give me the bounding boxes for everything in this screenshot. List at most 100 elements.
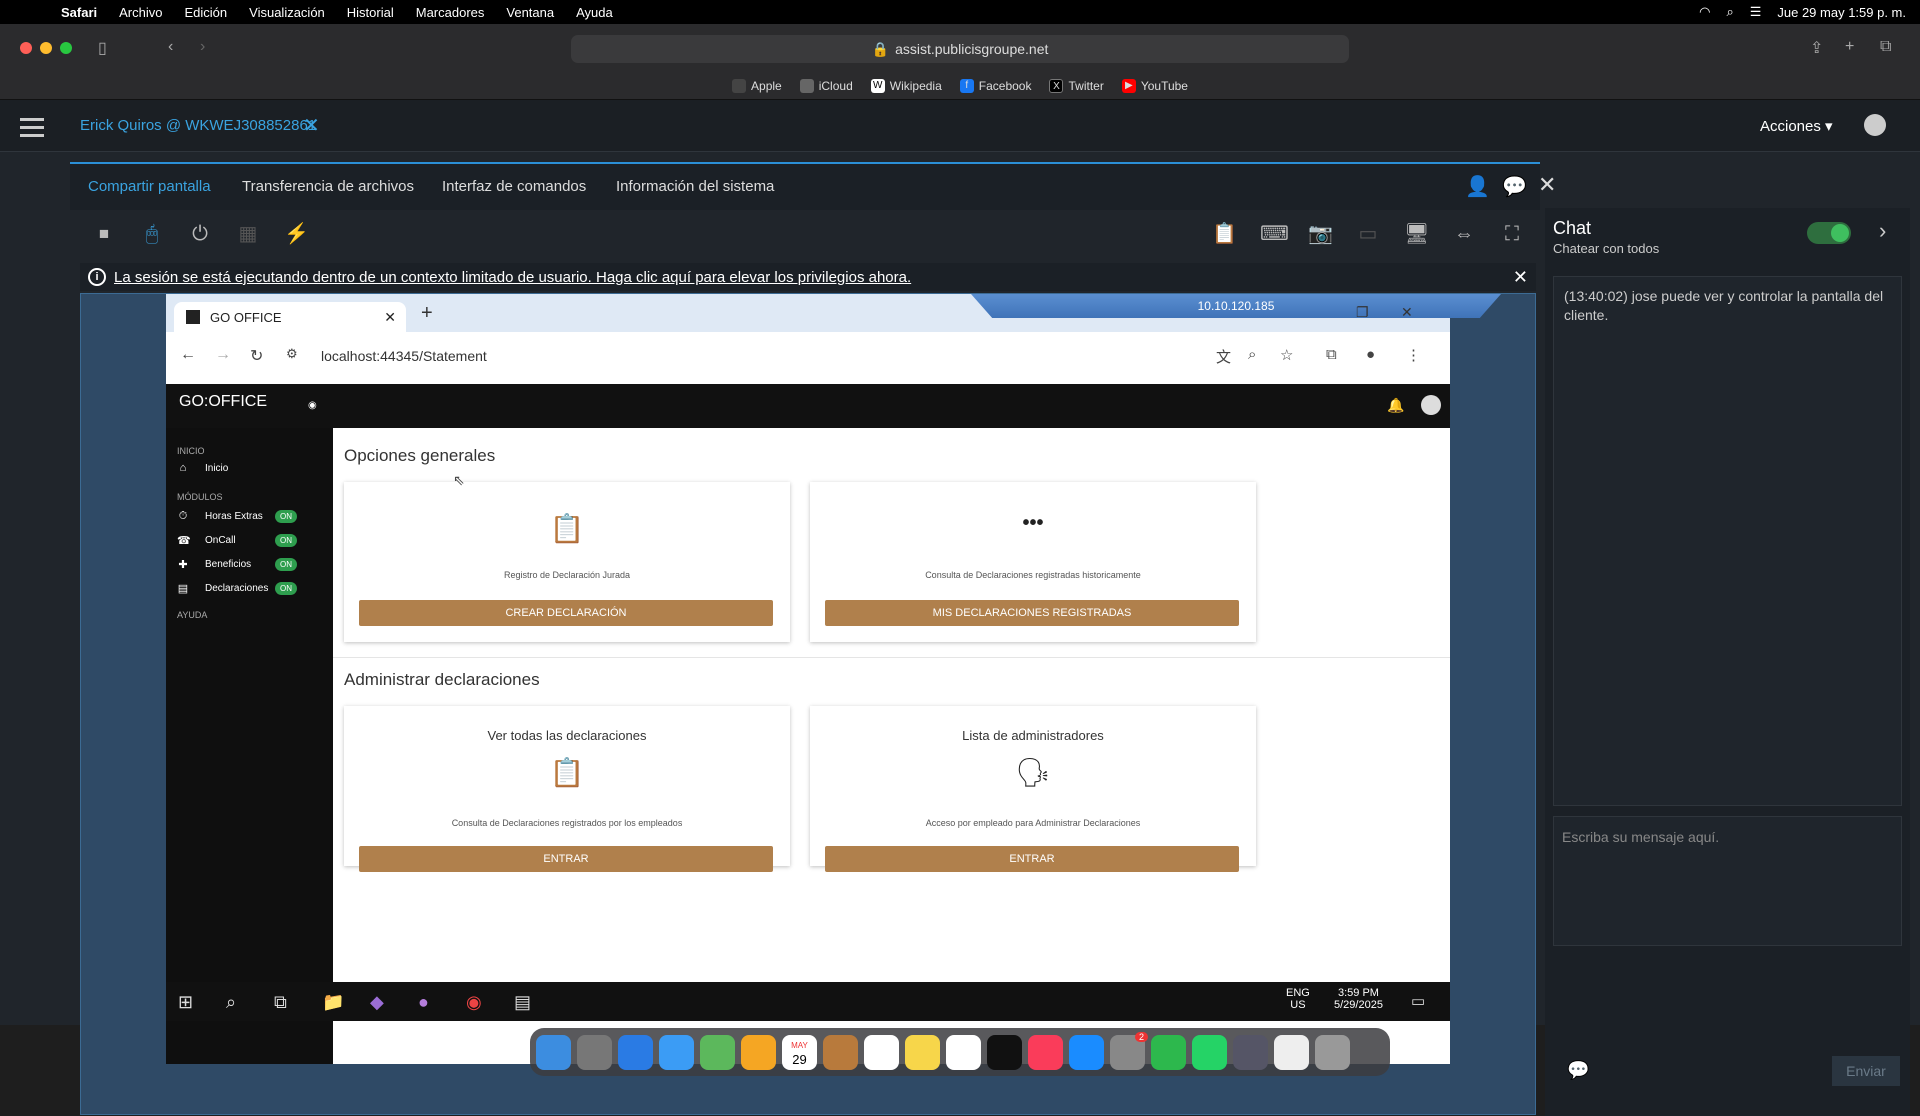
reload-icon[interactable]: ↻ bbox=[250, 346, 263, 366]
resize-icon[interactable]: ⇔ bbox=[1452, 222, 1476, 246]
entrar-button[interactable]: ENTRAR bbox=[825, 846, 1239, 872]
tab-compartir-pantalla[interactable]: Compartir pantalla bbox=[88, 178, 211, 195]
forward-icon[interactable]: › bbox=[200, 38, 205, 56]
wifi-icon[interactable]: ◠ bbox=[1699, 4, 1710, 20]
safari-icon[interactable] bbox=[618, 1034, 653, 1070]
language-indicator[interactable]: ENG US bbox=[1286, 987, 1310, 1011]
translate-icon[interactable]: 文 bbox=[1216, 346, 1231, 367]
reminders-icon[interactable] bbox=[864, 1034, 899, 1070]
chat-input[interactable]: Escriba su mensaje aquí. bbox=[1553, 816, 1902, 946]
favorite-wikipedia[interactable]: W Wikipedia bbox=[870, 79, 942, 93]
remote-desktop-icon[interactable] bbox=[1233, 1034, 1268, 1070]
notes-icon[interactable] bbox=[905, 1034, 940, 1070]
acciones-dropdown[interactable]: Acciones ▾ bbox=[1760, 117, 1833, 135]
keyboard-icon[interactable]: ⌨ bbox=[1260, 222, 1289, 246]
profile-avatar[interactable]: ● bbox=[1366, 346, 1375, 363]
address-bar[interactable]: 🔒 assist.publicisgroupe.net bbox=[571, 35, 1349, 63]
menu-archivo[interactable]: Archivo bbox=[108, 5, 173, 20]
sidebar-toggle-icon[interactable]: ◉ bbox=[308, 400, 317, 411]
restore-icon[interactable]: ❐ bbox=[1356, 304, 1369, 321]
favorite-icloud[interactable]: iCloud bbox=[799, 79, 853, 93]
chat-icon[interactable]: 💬 bbox=[1502, 174, 1527, 199]
app-icon[interactable]: ▤ bbox=[514, 992, 531, 1013]
contacts-icon[interactable] bbox=[823, 1034, 858, 1070]
visual-studio-icon[interactable]: ◆ bbox=[370, 992, 384, 1013]
back-icon[interactable]: ‹ bbox=[168, 38, 173, 56]
favorite-twitter[interactable]: X Twitter bbox=[1049, 79, 1104, 93]
magic-wand-icon[interactable]: ⚡ bbox=[284, 222, 309, 246]
shield-app-icon[interactable] bbox=[1151, 1034, 1186, 1070]
task-view-icon[interactable]: ⧉ bbox=[274, 992, 287, 1013]
github-desktop-icon[interactable]: ● bbox=[418, 992, 429, 1013]
forward-arrow-icon[interactable]: → bbox=[215, 346, 231, 364]
freeform-icon[interactable] bbox=[946, 1034, 981, 1070]
crear-declaracion-button[interactable]: CREAR DECLARACIÓN bbox=[359, 600, 773, 626]
close-tab-icon[interactable]: ✕ bbox=[384, 309, 396, 326]
menu-visualizacion[interactable]: Visualización bbox=[238, 5, 336, 20]
user-account-icon[interactable] bbox=[1864, 114, 1886, 136]
tab-interfaz-comandos[interactable]: Interfaz de comandos bbox=[442, 178, 586, 195]
sidebar-item-horas-extras[interactable]: ⏱ Horas Extras ON bbox=[177, 510, 327, 523]
close-session-icon[interactable]: ✕ bbox=[303, 113, 320, 138]
menu-ayuda[interactable]: Ayuda bbox=[565, 5, 624, 20]
mouse-control-icon[interactable]: 🖱 bbox=[140, 222, 164, 246]
menu-marcadores[interactable]: Marcadores bbox=[405, 5, 496, 20]
close-window-button[interactable] bbox=[20, 42, 32, 54]
participants-icon[interactable]: 👤 bbox=[1465, 174, 1490, 199]
monitor-icon[interactable]: 🖥 bbox=[1404, 222, 1429, 246]
system-settings-icon[interactable]: 2 bbox=[1110, 1031, 1148, 1070]
user-avatar[interactable] bbox=[1421, 395, 1441, 415]
chrome-icon[interactable]: ◉ bbox=[466, 992, 482, 1013]
notification-center-icon[interactable]: ▭ bbox=[1411, 992, 1425, 1010]
new-tab-icon[interactable]: + bbox=[421, 302, 433, 325]
favorite-youtube[interactable]: ▶ YouTube bbox=[1121, 79, 1188, 93]
site-settings-icon[interactable]: ⚙ bbox=[286, 346, 298, 362]
tab-informacion-sistema[interactable]: Información del sistema bbox=[616, 178, 774, 195]
zoom-window-button[interactable] bbox=[60, 42, 72, 54]
music-icon[interactable] bbox=[1028, 1034, 1063, 1070]
favorite-facebook[interactable]: f Facebook bbox=[959, 79, 1031, 93]
stop-icon[interactable]: ⏹ bbox=[92, 222, 116, 246]
sidebar-item-oncall[interactable]: ☎ OnCall ON bbox=[177, 534, 327, 547]
remote-screen[interactable]: GO OFFICE ✕ + 10.10.120.185 ❐ ✕ ← → ↻ ⚙ … bbox=[80, 293, 1536, 1115]
menu-ventana[interactable]: Ventana bbox=[495, 5, 565, 20]
sidebar-item-declaraciones[interactable]: ▤ Declaraciones ON bbox=[177, 582, 327, 595]
file-explorer-icon[interactable]: 📁 bbox=[322, 992, 344, 1013]
chat-toggle[interactable] bbox=[1807, 222, 1851, 244]
back-arrow-icon[interactable]: ← bbox=[180, 346, 196, 364]
entrar-button[interactable]: ENTRAR bbox=[359, 846, 773, 872]
close-banner-icon[interactable]: ✕ bbox=[1513, 267, 1528, 288]
monitor-disabled-icon[interactable]: ▭ bbox=[1356, 222, 1380, 246]
finder-icon[interactable] bbox=[536, 1034, 571, 1070]
chrome-url[interactable]: localhost:44345/Statement bbox=[321, 348, 487, 364]
menu-app[interactable]: Safari bbox=[50, 5, 108, 20]
favorite-apple[interactable]: Apple bbox=[732, 79, 782, 93]
bookmark-star-icon[interactable]: ☆ bbox=[1280, 346, 1293, 364]
menu-historial[interactable]: Historial bbox=[336, 5, 405, 20]
fullscreen-icon[interactable]: ⛶ bbox=[1500, 222, 1524, 246]
clipboard-icon[interactable]: 📋 bbox=[1212, 222, 1237, 246]
sidebar-item-beneficios[interactable]: ✚ Beneficios ON bbox=[177, 558, 327, 571]
mail-icon[interactable] bbox=[659, 1034, 694, 1070]
elevate-privileges-link[interactable]: La sesión se está ejecutando dentro de u… bbox=[114, 269, 911, 286]
session-name[interactable]: Erick Quiros @ WKWEJ308852861 bbox=[80, 117, 316, 134]
menu-edicion[interactable]: Edición bbox=[174, 5, 239, 20]
new-tab-icon[interactable]: + bbox=[1845, 38, 1854, 56]
app-store-icon[interactable] bbox=[1069, 1034, 1104, 1070]
control-center-icon[interactable]: ☰ bbox=[1750, 4, 1762, 20]
menubar-datetime[interactable]: Jue 29 may 1:59 p. m. bbox=[1777, 5, 1906, 20]
hamburger-menu-icon[interactable] bbox=[20, 118, 44, 142]
zoom-icon[interactable]: ⌕ bbox=[1248, 346, 1256, 363]
document-icon[interactable] bbox=[1274, 1034, 1309, 1070]
mis-declaraciones-button[interactable]: MIS DECLARACIONES REGISTRADAS bbox=[825, 600, 1239, 626]
close-window-icon[interactable]: ✕ bbox=[1401, 304, 1413, 321]
share-icon[interactable]: ⇪ bbox=[1810, 38, 1823, 58]
lock-screen-icon[interactable]: ▦ bbox=[236, 222, 260, 246]
send-button[interactable]: Enviar bbox=[1832, 1056, 1900, 1086]
search-icon[interactable]: ⌕ bbox=[226, 992, 236, 1013]
trash-icon[interactable] bbox=[1315, 1034, 1350, 1070]
chrome-tab[interactable]: GO OFFICE ✕ bbox=[174, 302, 406, 332]
whatsapp-icon[interactable] bbox=[1192, 1034, 1227, 1070]
taskbar-clock[interactable]: 3:59 PM 5/29/2025 bbox=[1334, 987, 1383, 1011]
calendar-icon[interactable]: MAY 29 bbox=[782, 1034, 817, 1070]
